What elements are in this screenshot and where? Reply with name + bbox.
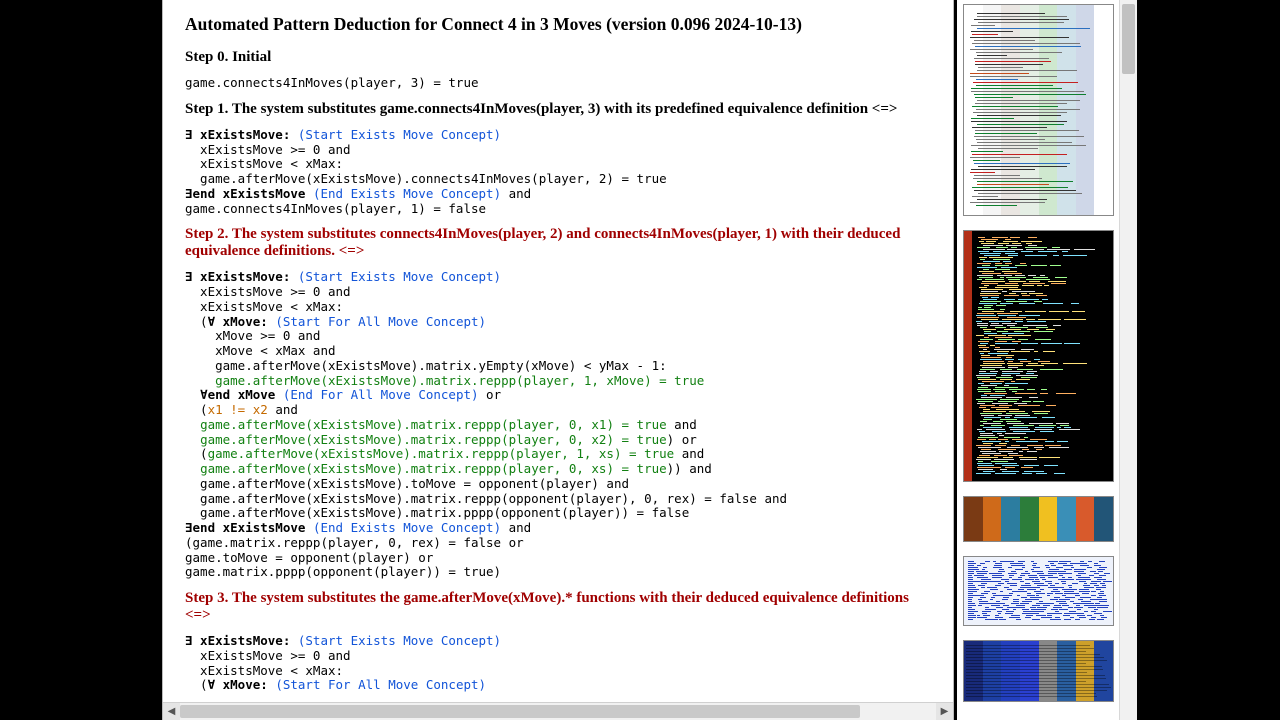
code-match-line: game.afterMove(xExistsMove).matrix.reppp… — [200, 417, 667, 432]
page-title: Automated Pattern Deduction for Connect … — [185, 14, 931, 35]
code-line: game.afterMove(xExistsMove).matrix.yEmpt… — [185, 358, 667, 373]
code-line: ( — [185, 446, 208, 461]
horizontal-scrollbar[interactable]: ◀ ▶ — [163, 702, 953, 720]
code-line: game.connects4InMoves(player, 1) = false — [185, 201, 486, 216]
vertical-scrollbar[interactable] — [1119, 0, 1137, 720]
code-line: and — [667, 417, 697, 432]
code-line — [185, 432, 200, 447]
code-line: xExistsMove >= 0 and — [185, 284, 351, 299]
thumbnail-2[interactable] — [963, 230, 1114, 482]
code-concept: (End For All Move Concept) — [275, 387, 478, 402]
code-line: ) or — [667, 432, 697, 447]
step3-heading: Step 3. The system substitutes the game.… — [185, 590, 931, 624]
document-body: Automated Pattern Deduction for Connect … — [163, 0, 953, 702]
code-line: and — [674, 446, 704, 461]
code-line: xExistsMove >= 0 and — [185, 142, 351, 157]
thumbnail-5[interactable] — [963, 640, 1114, 702]
code-line: game.afterMove(xExistsMove).connects4InM… — [185, 171, 667, 186]
code-line: game.afterMove(xExistsMove).toMove = opp… — [185, 476, 629, 491]
code-line: game.toMove = opponent(player) or — [185, 550, 433, 565]
code-concept: (Start Exists Move Concept) — [290, 269, 501, 284]
code-line: xMove < xMax and — [185, 343, 336, 358]
scroll-thumb[interactable] — [1122, 4, 1135, 74]
code-concept: (Start Exists Move Concept) — [290, 127, 501, 142]
code-exists-open: ∃ xExistsMove: — [185, 633, 290, 648]
code-line — [185, 387, 200, 402]
code-exists-close: ∃end xExistsMove — [185, 520, 305, 535]
code-line — [185, 417, 200, 432]
step0-heading: Step 0. Initial — [185, 49, 931, 66]
code-line: and — [501, 520, 531, 535]
code-line: and — [501, 186, 531, 201]
code-concept: (Start For All Move Concept) — [268, 677, 486, 692]
thumbnail-3[interactable] — [963, 496, 1114, 542]
code-step0: game.connects4InMoves(player, 3) = true — [185, 76, 931, 91]
code-line: xMove >= 0 and — [185, 328, 320, 343]
code-step3: ∃ xExistsMove: (Start Exists Move Concep… — [185, 634, 931, 693]
code-match-line: game.afterMove(xExistsMove).matrix.reppp… — [185, 373, 704, 388]
code-var: x1 != x2 — [208, 402, 268, 417]
code-line: (game.matrix.reppp(player, 0, rex) = fal… — [185, 535, 524, 550]
thumbnail-sidebar — [957, 0, 1137, 720]
code-line: game.afterMove(xExistsMove).matrix.reppp… — [185, 491, 787, 506]
thumbnail-1[interactable] — [963, 4, 1114, 216]
code-line: game.connects4InMoves(player, 3) = true — [185, 75, 479, 90]
code-concept: (Start Exists Move Concept) — [290, 633, 501, 648]
code-exists-close: ∃end xExistsMove — [185, 186, 305, 201]
code-concept: (Start For All Move Concept) — [268, 314, 486, 329]
code-line: ( — [185, 402, 208, 417]
step1-heading: Step 1. The system substitutes game.conn… — [185, 101, 931, 118]
document-frame: Automated Pattern Deduction for Connect … — [162, 0, 954, 720]
code-line: ( — [185, 314, 208, 329]
scroll-right-arrow-icon[interactable]: ▶ — [936, 703, 953, 720]
code-line: game.matrix.pppp(opponent(player)) = tru… — [185, 564, 501, 579]
code-line: or — [479, 387, 502, 402]
scroll-left-arrow-icon[interactable]: ◀ — [163, 703, 180, 720]
code-line — [185, 461, 200, 476]
code-match-line: game.afterMove(xExistsMove).matrix.reppp… — [200, 461, 667, 476]
code-exists-open: ∃ xExistsMove: — [185, 269, 290, 284]
code-line: ( — [185, 677, 208, 692]
code-concept: (End Exists Move Concept) — [305, 520, 501, 535]
code-match-line: game.afterMove(xExistsMove).matrix.reppp… — [200, 432, 667, 447]
code-line: xExistsMove < xMax: — [185, 299, 343, 314]
code-line: )) and — [667, 461, 712, 476]
code-line: game.afterMove(xExistsMove).matrix.pppp(… — [185, 505, 689, 520]
code-line: and — [268, 402, 298, 417]
step2-heading: Step 2. The system substitutes connects4… — [185, 226, 931, 260]
scroll-thumb[interactable] — [180, 705, 860, 718]
code-exists-open: ∃ xExistsMove: — [185, 127, 290, 142]
code-line: xExistsMove >= 0 and — [185, 648, 351, 663]
scroll-track[interactable] — [180, 703, 936, 720]
code-line: xExistsMove < xMax: — [185, 156, 343, 171]
code-forall-close: ∀end xMove — [200, 387, 275, 402]
thumbnail-4[interactable] — [963, 556, 1114, 626]
code-step2: ∃ xExistsMove: (Start Exists Move Concep… — [185, 270, 931, 580]
code-forall-open: ∀ xMove: — [208, 314, 268, 329]
code-step1: ∃ xExistsMove: (Start Exists Move Concep… — [185, 128, 931, 217]
right-padding — [1137, 0, 1280, 720]
code-concept: (End Exists Move Concept) — [305, 186, 501, 201]
code-match-line: game.afterMove(xExistsMove).matrix.reppp… — [208, 446, 675, 461]
code-line: xExistsMove < xMax: — [185, 663, 343, 678]
code-forall-open: ∀ xMove: — [208, 677, 268, 692]
